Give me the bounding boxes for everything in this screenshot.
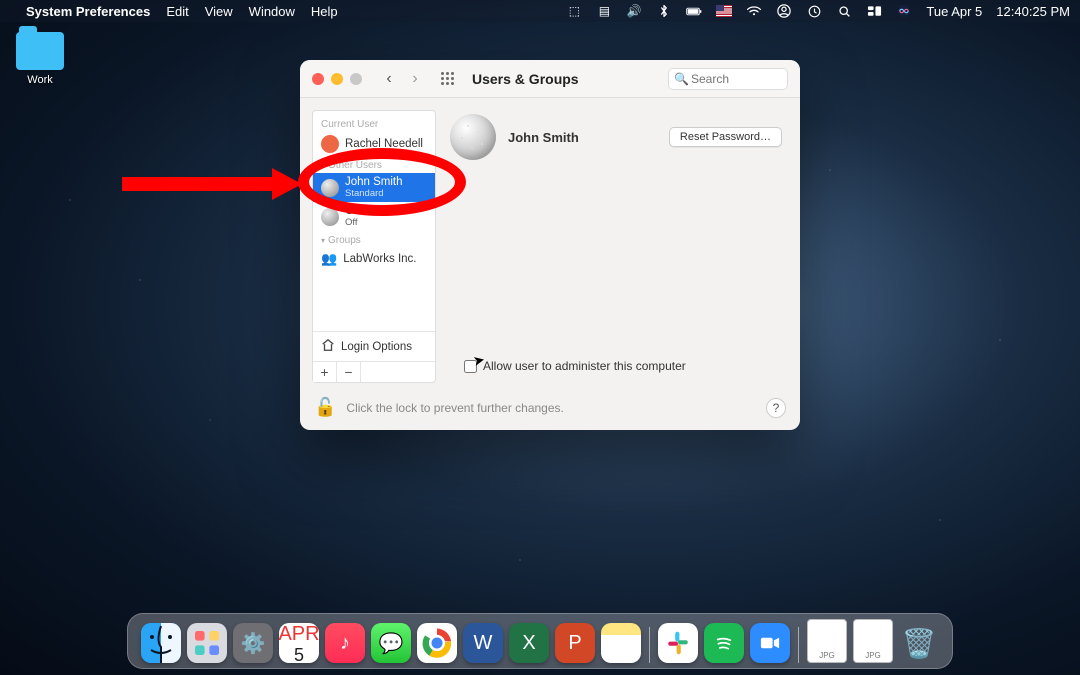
remove-user-button[interactable]: − xyxy=(337,362,361,382)
section-groups: ▾Groups xyxy=(313,231,435,248)
user-sidebar: Current User Rachel Needell ▾Other Users… xyxy=(312,110,436,383)
sidebar-user-guest[interactable]: Guest User Off xyxy=(313,202,435,231)
dock-app-spotify[interactable] xyxy=(704,623,744,663)
sidebar-user-john-smith[interactable]: John Smith Standard xyxy=(313,173,435,202)
reset-password-button[interactable]: Reset Password… xyxy=(669,127,782,147)
dock-app-launchpad[interactable] xyxy=(187,623,227,663)
dropbox-icon[interactable]: ⬚ xyxy=(566,3,582,19)
user-icon[interactable] xyxy=(776,3,792,19)
forward-button[interactable]: › xyxy=(404,68,426,90)
menu-edit[interactable]: Edit xyxy=(166,4,188,19)
dock-recent-doc[interactable]: JPG xyxy=(853,619,893,663)
lock-hint: Click the lock to prevent further change… xyxy=(346,401,563,415)
window-titlebar: ‹ › Users & Groups 🔍 xyxy=(300,60,800,98)
admin-checkbox[interactable] xyxy=(464,360,477,373)
group-icon: 👥 xyxy=(321,251,337,267)
home-icon xyxy=(321,338,335,355)
dock-app-system-preferences[interactable]: ⚙️ xyxy=(233,623,273,663)
dock-trash[interactable]: 🗑️ xyxy=(899,623,939,663)
dock-separator xyxy=(649,627,650,663)
annotation-arrow xyxy=(122,168,302,200)
sidebar-user-role: Off xyxy=(345,218,403,228)
app-menu[interactable]: System Preferences xyxy=(26,4,150,19)
menubar: System Preferences Edit View Window Help… xyxy=(0,0,1080,22)
traffic-lights xyxy=(312,73,362,85)
input-source-icon[interactable] xyxy=(716,3,732,19)
doc-label: JPG xyxy=(865,651,881,660)
sidebar-user-current[interactable]: Rachel Needell xyxy=(313,132,435,156)
sidebar-user-role: Standard xyxy=(345,189,403,199)
control-center-icon[interactable] xyxy=(866,3,882,19)
calendar-day: 5 xyxy=(294,646,304,664)
menu-help[interactable]: Help xyxy=(311,4,338,19)
avatar-icon xyxy=(321,208,339,226)
bluetooth-icon[interactable] xyxy=(656,3,672,19)
sidebar-user-label: John Smith xyxy=(345,176,403,188)
dock-app-excel[interactable]: X xyxy=(509,623,549,663)
minimize-button[interactable] xyxy=(331,73,343,85)
section-other-users-label: Other Users xyxy=(328,160,382,171)
dock-app-messages[interactable]: 💬 xyxy=(371,623,411,663)
back-button[interactable]: ‹ xyxy=(378,68,400,90)
add-user-button[interactable]: + xyxy=(313,362,337,382)
user-avatar[interactable] xyxy=(450,114,496,160)
dock-app-calendar[interactable]: APR 5 xyxy=(279,623,319,663)
show-all-button[interactable] xyxy=(436,68,458,90)
dock-app-powerpoint[interactable]: P xyxy=(555,623,595,663)
user-detail-pane: John Smith Reset Password… Allow user to… xyxy=(446,110,786,383)
detail-username: John Smith xyxy=(508,130,579,145)
wifi-icon[interactable] xyxy=(746,3,762,19)
lock-icon[interactable]: 🔓 xyxy=(314,397,336,418)
dock-app-finder[interactable] xyxy=(141,623,181,663)
chevron-down-icon: ▾ xyxy=(321,236,325,245)
dock-app-notes[interactable] xyxy=(601,623,641,663)
menubar-time[interactable]: 12:40:25 PM xyxy=(996,4,1070,19)
avatar-icon xyxy=(321,135,339,153)
sidebar-user-label: Guest User xyxy=(345,205,403,217)
folder-icon xyxy=(16,32,64,70)
section-current-user: Current User xyxy=(313,115,435,132)
help-button[interactable]: ? xyxy=(766,398,786,418)
avatar-icon xyxy=(321,179,339,197)
section-groups-label: Groups xyxy=(328,235,361,246)
backup-icon[interactable]: ▤ xyxy=(596,3,612,19)
dock-app-word[interactable]: W xyxy=(463,623,503,663)
dock-app-music[interactable]: ♪ xyxy=(325,623,365,663)
dock-app-slack[interactable] xyxy=(658,623,698,663)
users-groups-window: ‹ › Users & Groups 🔍 Current User Rachel… xyxy=(300,60,800,430)
spotlight-icon[interactable] xyxy=(836,3,852,19)
search-icon: 🔍 xyxy=(674,72,689,86)
dock-recent-doc[interactable]: JPG xyxy=(807,619,847,663)
dock-separator xyxy=(798,627,799,663)
dock: ⚙️ APR 5 ♪ 💬 W X P JPG JPG 🗑️ xyxy=(127,613,953,669)
battery-icon[interactable] xyxy=(686,3,702,19)
menu-window[interactable]: Window xyxy=(249,4,295,19)
sidebar-group-label: LabWorks Inc. xyxy=(343,253,416,265)
calendar-month: APR xyxy=(279,623,319,646)
sidebar-user-label: Rachel Needell xyxy=(345,138,423,151)
login-options-button[interactable]: Login Options xyxy=(313,331,435,361)
doc-label: JPG xyxy=(819,651,835,660)
menubar-date[interactable]: Tue Apr 5 xyxy=(926,4,982,19)
dock-app-chrome[interactable] xyxy=(417,623,457,663)
dock-app-zoom[interactable] xyxy=(750,623,790,663)
volume-icon[interactable]: 🔊 xyxy=(626,3,642,19)
close-button[interactable] xyxy=(312,73,324,85)
desktop-folder-label: Work xyxy=(10,74,70,86)
sidebar-group-labworks[interactable]: 👥 LabWorks Inc. xyxy=(313,248,435,270)
menu-view[interactable]: View xyxy=(205,4,233,19)
siri-icon[interactable] xyxy=(896,3,912,19)
window-title: Users & Groups xyxy=(472,71,579,87)
login-options-label: Login Options xyxy=(341,341,412,353)
clock-icon[interactable] xyxy=(806,3,822,19)
zoom-button[interactable] xyxy=(350,73,362,85)
admin-checkbox-label: Allow user to administer this computer xyxy=(483,359,686,373)
section-other-users: ▾Other Users xyxy=(313,156,435,173)
chevron-down-icon: ▾ xyxy=(321,161,325,170)
desktop-folder-work[interactable]: Work xyxy=(10,32,70,86)
